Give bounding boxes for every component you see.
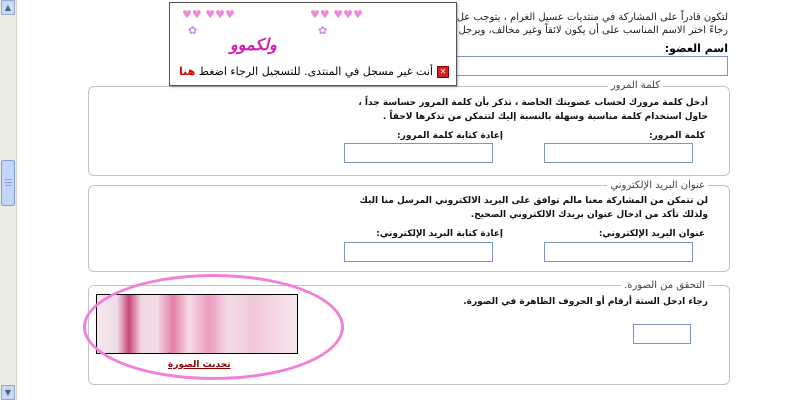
ribbon-right-icon: ✿ [318,24,328,37]
captcha-section-legend: التحقق من الصورة. [621,280,708,291]
captcha-description: رجاء ادخل الستة أرقام أو الحروف الظاهرة … [463,297,708,307]
email-label: عنوان البريد الإلكتروني: [598,229,705,239]
error-icon: ✕ [436,66,449,78]
email-description: لن تتمكن من المشاركة معنا مالم توافق على… [359,196,708,220]
confirm-password-label: إعادة كتابة كلمة المرور: [397,131,503,141]
password-description: أدخل كلمة مرورك لحساب عضويتك الخاصة ، تذ… [358,98,708,122]
highlight-marker [83,274,344,380]
scroll-thumb[interactable] [1,160,15,206]
username-label: اسم العضو: [664,42,728,55]
welcome-text: ولكموو [230,35,277,54]
login-notice-popup: ♥♥ ♥♥♥ ♥♥ ♥♥♥ ✿ ✿ ولكموو ✕أنت غير مسجل ف… [169,2,457,86]
email-input[interactable] [544,242,693,262]
confirm-email-label: إعادة كتابة البريد الإلكتروني: [376,229,503,239]
captcha-input[interactable] [633,324,691,344]
registration-form: لتكون قادراً على المشاركة في منتديات عسي… [18,0,788,400]
email-section-legend: عنوان البريد الإلكتروني [607,180,708,191]
notice-text: أنت غير مسجل في المنتدى. للتسجيل الرجاء … [198,65,433,78]
password-section-legend: كلمة المرور [607,80,663,91]
hearts-decoration-left-icon: ♥♥ ♥♥♥ [182,8,235,21]
scroll-up-arrow-icon[interactable]: ▲ [1,0,15,15]
confirm-password-input[interactable] [344,143,493,163]
password-input[interactable] [544,143,693,163]
vertical-scrollbar[interactable]: ▲ ▼ [0,0,17,400]
confirm-email-input[interactable] [344,242,493,262]
notice-message: ✕أنت غير مسجل في المنتدى. للتسجيل الرجاء… [178,65,450,78]
hearts-decoration-right-icon: ♥♥ ♥♥♥ [310,8,363,21]
scroll-down-arrow-icon[interactable]: ▼ [1,385,15,400]
username-input[interactable] [438,56,728,76]
password-label: كلمة المرور: [648,131,705,141]
ribbon-left-icon: ✿ [188,24,198,37]
register-link[interactable]: هنا [179,65,195,78]
